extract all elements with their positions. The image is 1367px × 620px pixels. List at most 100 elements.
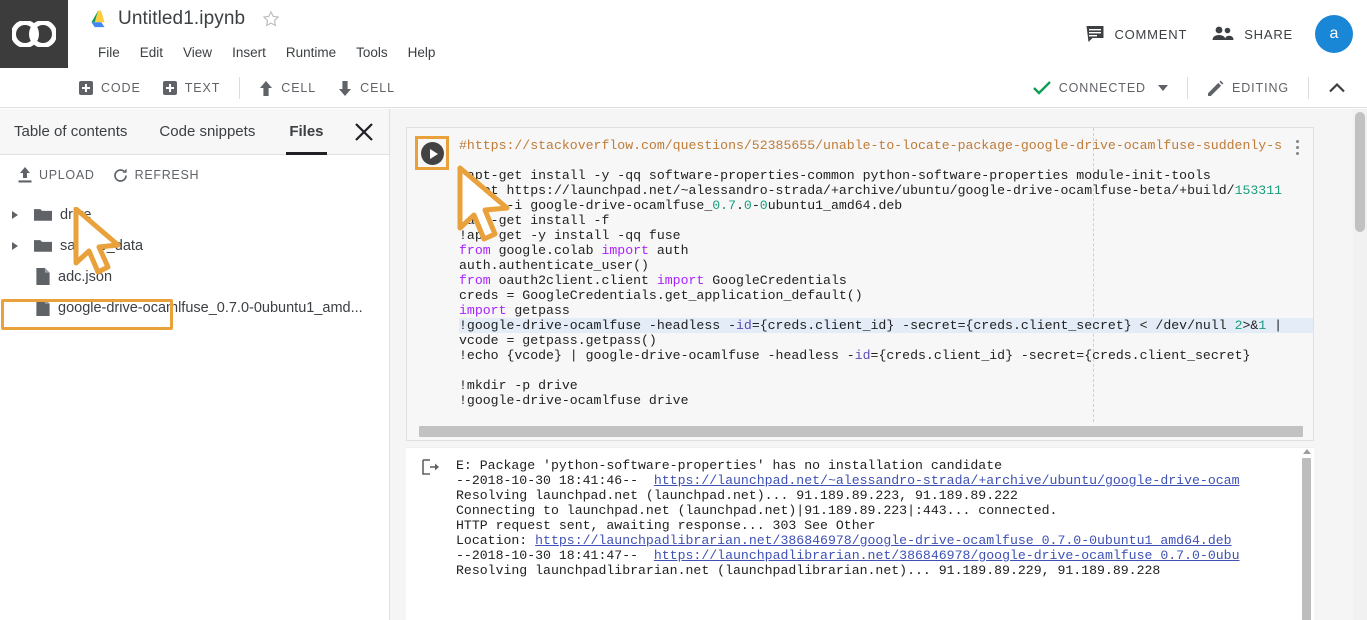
expand-triangle-icon[interactable]: [8, 211, 22, 219]
file-name: google-drive-ocamlfuse_0.7.0-0ubuntu1_am…: [58, 300, 363, 316]
code-line: !apt-get install -y -qq software-propert…: [459, 168, 1313, 183]
file-tree-item-sample-data[interactable]: sample_data: [0, 230, 389, 261]
folder-icon: [34, 207, 52, 222]
close-icon[interactable]: [353, 121, 375, 143]
code-cell[interactable]: #https://stackoverflow.com/questions/523…: [406, 127, 1314, 441]
avatar[interactable]: a: [1315, 15, 1353, 53]
file-tree-item-drive[interactable]: drive: [0, 199, 389, 230]
top-bar: Untitled1.ipynb File Edit View Insert Ru…: [0, 0, 1367, 68]
page-scrollbar-thumb[interactable]: [1355, 112, 1365, 232]
check-icon: [1033, 81, 1051, 95]
text-span: .: [736, 198, 744, 213]
text-span: -: [752, 198, 760, 213]
share-button[interactable]: SHARE: [1199, 19, 1305, 49]
text-span: #https://stackoverflow.com/questions/523…: [459, 138, 1282, 153]
output-arrow-icon: [422, 458, 440, 476]
text-span: !echo {vcode} | google-drive-ocamlfuse -…: [459, 348, 855, 363]
move-cell-down-button[interactable]: CELL: [327, 68, 406, 108]
colab-logo[interactable]: [0, 0, 68, 68]
text-span: import: [657, 273, 704, 288]
output-line: Resolving launchpadlibrarian.net (launch…: [456, 561, 1296, 576]
run-cell-button[interactable]: [415, 136, 449, 170]
tab-code-snippets[interactable]: Code snippets: [159, 109, 255, 155]
file-tree: drive sample_data adc.json google-drive-…: [0, 195, 389, 323]
toolbar-divider: [1308, 77, 1309, 99]
add-code-cell-label: CODE: [101, 81, 141, 95]
text-span: id: [855, 348, 871, 363]
code-line: !apt-get -y install -qq fuse: [459, 228, 1313, 243]
file-tree-item-deb-package[interactable]: google-drive-ocamlfuse_0.7.0-0ubuntu1_am…: [0, 292, 389, 323]
text-span: GoogleCredentials: [704, 273, 846, 288]
code-line: creds = GoogleCredentials.get_applicatio…: [459, 288, 1313, 303]
menu-help[interactable]: Help: [400, 43, 444, 62]
text-span: getpass: [506, 303, 569, 318]
connection-status-button[interactable]: CONNECTED: [1022, 68, 1179, 108]
menu-runtime[interactable]: Runtime: [278, 43, 344, 62]
file-tree-item-adc-json[interactable]: adc.json: [0, 261, 389, 292]
menu-file[interactable]: File: [90, 43, 128, 62]
star-icon[interactable]: [261, 9, 281, 29]
editing-mode-button[interactable]: EDITING: [1196, 68, 1300, 108]
collapse-toolbar-button[interactable]: [1317, 68, 1357, 108]
text-span: import: [601, 243, 648, 258]
chevron-up-icon: [1328, 79, 1346, 97]
tab-table-of-contents[interactable]: Table of contents: [14, 109, 127, 155]
expand-triangle-icon[interactable]: [8, 242, 22, 250]
toolbar-divider: [1187, 77, 1188, 99]
text-span: |: [1266, 318, 1282, 333]
menu-view[interactable]: View: [175, 43, 220, 62]
refresh-button[interactable]: REFRESH: [107, 164, 206, 187]
editing-label: EDITING: [1232, 81, 1289, 95]
text-span: id: [736, 318, 752, 333]
connected-label: CONNECTED: [1059, 81, 1146, 95]
code-line: from oauth2client.client import GoogleCr…: [459, 273, 1313, 288]
add-code-cell-button[interactable]: CODE: [68, 68, 152, 108]
text-span: 0: [744, 198, 752, 213]
output-line: Resolving launchpad.net (launchpad.net).…: [456, 486, 1296, 501]
move-cell-up-label: CELL: [281, 81, 316, 95]
page-title[interactable]: Untitled1.ipynb: [118, 8, 245, 30]
upload-icon: [18, 167, 32, 183]
menu-insert[interactable]: Insert: [224, 43, 274, 62]
move-cell-up-button[interactable]: CELL: [248, 68, 327, 108]
tab-files[interactable]: Files: [289, 109, 323, 155]
output-scrollbar[interactable]: [1302, 458, 1311, 620]
add-text-cell-label: TEXT: [185, 81, 221, 95]
code-line: #https://stackoverflow.com/questions/523…: [459, 138, 1313, 153]
code-line: !google-drive-ocamlfuse -headless -id={c…: [459, 318, 1313, 333]
toolbar-right-group: CONNECTED EDITING: [1022, 68, 1357, 108]
menu-edit[interactable]: Edit: [132, 43, 171, 62]
file-icon: [36, 299, 50, 316]
output-scroll-up-arrow[interactable]: [1303, 449, 1311, 454]
notebook-right-margin: [1329, 109, 1353, 620]
text-span: !google-drive-ocamlfuse -headless -: [459, 318, 736, 333]
mouse-cursor-files: [72, 207, 134, 277]
colab-logo-icon: [12, 21, 56, 47]
output-text: E: Package 'python-software-properties' …: [456, 456, 1296, 576]
text-span: vcode = getpass.getpass(): [459, 333, 657, 348]
code-line: !google-drive-ocamlfuse drive: [459, 393, 1313, 408]
code-horizontal-scrollbar[interactable]: [419, 426, 1303, 437]
code-line: !wget https://launchpad.net/~alessandro-…: [459, 183, 1313, 198]
toolbar-divider: [239, 77, 240, 99]
code-editor-content[interactable]: #https://stackoverflow.com/questions/523…: [459, 138, 1313, 408]
code-line: from google.colab import auth: [459, 243, 1313, 258]
code-line: !dpkg -i google-drive-ocamlfuse_0.7.0-0u…: [459, 198, 1313, 213]
comment-button[interactable]: COMMENT: [1073, 18, 1199, 50]
refresh-label: REFRESH: [135, 168, 200, 182]
add-text-cell-button[interactable]: TEXT: [152, 68, 232, 108]
text-span: !mkdir -p drive: [459, 378, 578, 393]
code-line: auth.authenticate_user(): [459, 258, 1313, 273]
google-drive-icon: [88, 10, 108, 28]
arrow-down-icon: [338, 81, 352, 96]
folder-icon: [34, 238, 52, 253]
code-line: [459, 363, 1313, 378]
text-span: !google-drive-ocamlfuse drive: [459, 393, 689, 408]
play-icon[interactable]: [421, 142, 444, 165]
text-span: auth.authenticate_user(): [459, 258, 649, 273]
comment-label: COMMENT: [1114, 27, 1187, 42]
upload-button[interactable]: UPLOAD: [12, 163, 101, 187]
code-line: vcode = getpass.getpass(): [459, 333, 1313, 348]
menu-tools[interactable]: Tools: [348, 43, 396, 62]
output-line: Connecting to launchpad.net (launchpad.n…: [456, 501, 1296, 516]
